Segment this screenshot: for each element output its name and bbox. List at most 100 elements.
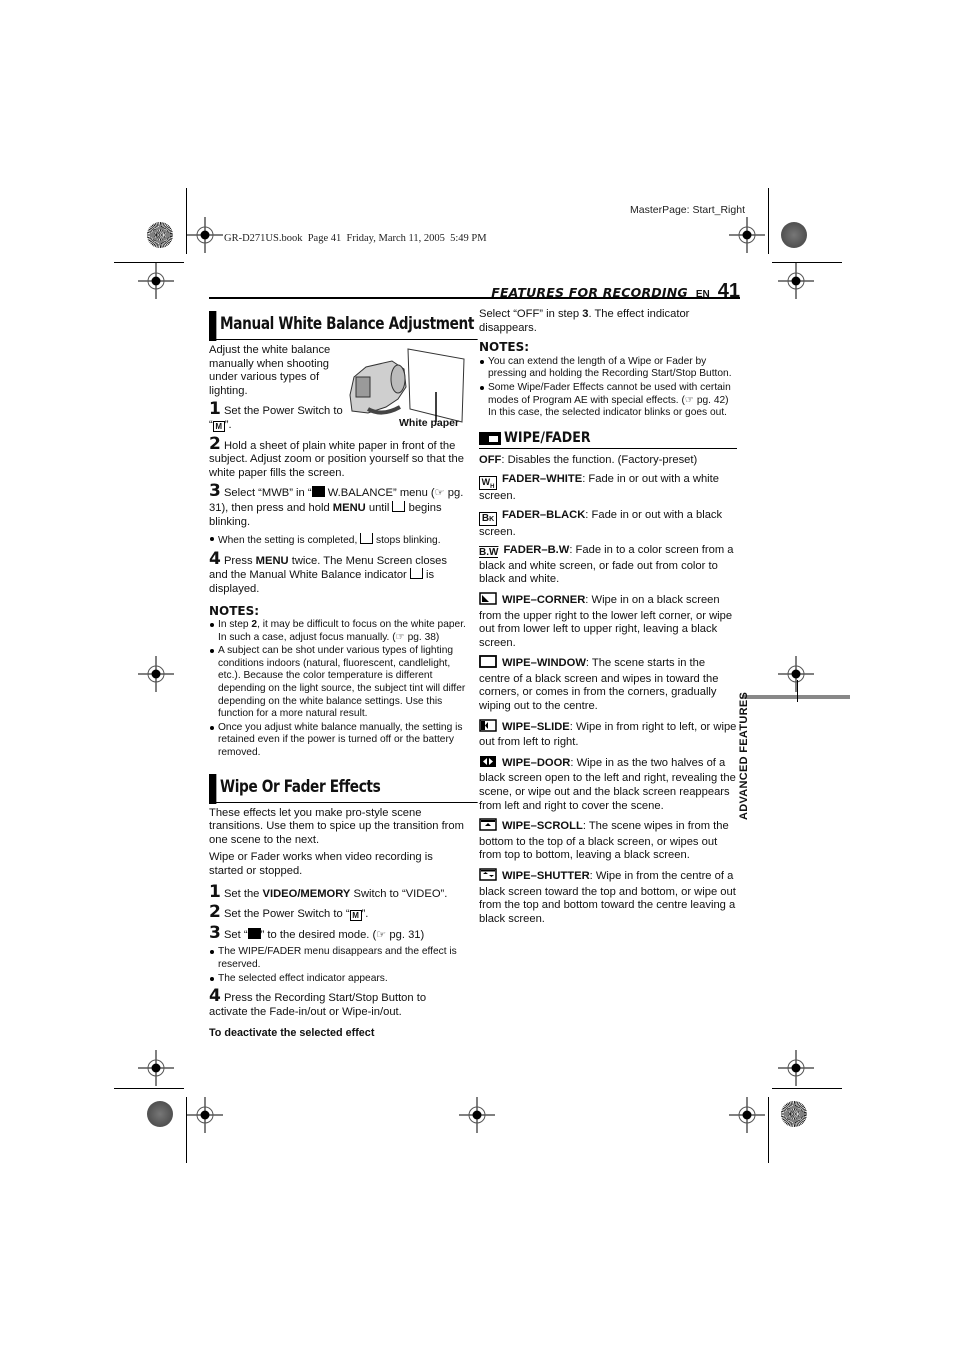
option-name: WIPE–CORNER [502, 593, 586, 606]
wipe-fader-option: BK FADER–BLACK: Fade in or out with a bla… [479, 509, 737, 540]
mwb-indicator-icon [360, 533, 374, 545]
white-balance-icon [311, 486, 325, 498]
registration-mark-icon [729, 1097, 765, 1133]
wipe-fader-option: WIPE–DOOR: Wipe in as the two halves of … [479, 755, 737, 813]
option-name: WIPE–DOOR [502, 756, 571, 769]
wipe-fader-option: WIPE–SCROLL: The scene wipes in from the… [479, 818, 737, 863]
mwb-indicator-icon [392, 500, 406, 512]
side-tab-label: ADVANCED FEATURES [738, 691, 750, 820]
page-ref-icon: ☞ [395, 631, 408, 643]
wipe-fader-icon [479, 432, 501, 446]
option-name: WIPE–SLIDE [502, 720, 570, 733]
registration-mark-icon [138, 656, 174, 692]
manual-mode-icon: M [349, 910, 362, 922]
wipe-fader-option: WIPE–SLIDE: Wipe in from right to left, … [479, 718, 737, 750]
side-tab-bar [742, 695, 850, 699]
wipe-step-3: 3 Set “” to the desired mode. (☞ pg. 31) [209, 922, 425, 943]
wipe-step-2: 2 Set the Power Switch to “M”. [209, 902, 369, 923]
wipe-scroll-icon [479, 818, 497, 836]
registration-mark-icon [778, 263, 814, 299]
left-column: Manual White Balance Adjustment Adjust t… [209, 309, 478, 1045]
mwb-indicator-icon [409, 568, 423, 580]
option-description: : Disables the function. (Factory-preset… [501, 454, 698, 467]
wipe-fader-menu-heading: WIPE/FADER [479, 431, 737, 450]
wipe-fader-option: WIPE–CORNER: Wipe in on a black screen f… [479, 592, 737, 650]
wipe-step-4: 4 Press the Recording Start/Stop Button … [209, 986, 427, 1018]
heading-bar [209, 311, 217, 341]
wipe-note-2: Some Wipe/Fader Effects cannot be used w… [479, 382, 737, 420]
notes-label: NOTES: [479, 340, 530, 355]
option-name: WIPE–WINDOW [502, 657, 586, 670]
notes-label: NOTES: [209, 603, 260, 618]
wipe-window-icon [479, 655, 497, 673]
figure-label: White paper [399, 417, 460, 429]
wipe-corner-icon [479, 592, 497, 610]
right-column: Select “OFF” in step 3. The effect indic… [479, 308, 737, 931]
wipe-step-1: 1 Set the VIDEO/MEMORY Switch to “VIDEO”… [209, 881, 448, 902]
wipe-slide-icon [479, 718, 497, 737]
wipe-intro-2: Wipe or Fader works when video recording… [209, 851, 433, 877]
crop-mark [114, 1088, 184, 1089]
wipe-step3-bullet: The WIPE/FADER menu disappears and the e… [209, 946, 467, 971]
heading-text: Manual White Balance Adjustment [220, 314, 475, 333]
mwb-note-3: Once you adjust white balance manually, … [209, 722, 467, 760]
wipe-fader-option: OFF: Disables the function. (Factory-pre… [479, 454, 737, 468]
option-name: WIPE–SHUTTER [502, 870, 590, 882]
page-ref-icon: ☞ [434, 487, 448, 500]
wipe-note-1: You can extend the length of a Wipe or F… [479, 356, 737, 381]
wipe-intro-1: These effects let you make pro-style sce… [209, 806, 464, 846]
running-header: FEATURES FOR RECORDING EN 41 [491, 280, 740, 303]
section-heading-wipe: Wipe Or Fader Effects [209, 772, 478, 804]
wipe-fader-option: WIPE–SHUTTER: Wipe in from the centre of… [479, 868, 737, 926]
deactivate-text: Select “OFF” in step 3. The effect indic… [479, 308, 690, 334]
wipe-fader-option: WHFADER–WHITE: Fade in or out with a whi… [479, 473, 737, 504]
mwb-intro-block: Adjust the white balance manually when s… [209, 344, 467, 433]
mwb-note-2: A subject can be shot under various type… [209, 645, 467, 721]
page-ref-icon: ☞ [684, 394, 697, 406]
section-heading-mwb: Manual White Balance Adjustment [209, 309, 478, 341]
option-name: OFF [479, 454, 502, 467]
wipe-fader-options: OFF: Disables the function. (Factory-pre… [479, 454, 737, 926]
crop-mark [797, 680, 798, 702]
grey-target-icon [147, 1101, 173, 1127]
registration-mark-icon [729, 217, 765, 253]
book-slug: GR-D271US.book Page 41 Friday, March 11,… [224, 233, 487, 244]
master-page-label: MasterPage: Start_Right [630, 204, 745, 216]
heading-text: Wipe Or Fader Effects [220, 776, 381, 796]
option-name: FADER–BLACK [502, 508, 586, 521]
color-target-icon [781, 1101, 807, 1127]
option-name: FADER–B.W [503, 544, 570, 557]
header-rule [209, 297, 740, 299]
fader-black-icon: BK [479, 511, 497, 526]
registration-mark-icon [459, 1097, 495, 1133]
wipe-shutter-icon [479, 868, 497, 886]
crop-mark [772, 1088, 842, 1089]
mwb-step-1: 1 Set the Power Switch to “M”. [209, 399, 343, 432]
registration-mark-icon [187, 217, 223, 253]
crop-mark [768, 1097, 769, 1163]
page-number: 41 [717, 280, 740, 302]
wipe-door-icon [479, 755, 497, 773]
wipe-fader-icon [247, 927, 261, 939]
mwb-step-4: 4 Press MENU twice. The Menu Screen clos… [209, 548, 447, 595]
registration-mark-icon [778, 1050, 814, 1086]
option-name: FADER–WHITE [502, 472, 583, 485]
wipe-fader-option: B.W FADER–B.W: Fade in to a color screen … [479, 544, 737, 587]
fader-bw-icon: B.W [479, 547, 499, 559]
option-name: WIPE–SCROLL [502, 820, 583, 833]
registration-mark-icon [138, 263, 174, 299]
deactivate-heading: To deactivate the selected effect [209, 1027, 375, 1040]
heading-bar [209, 773, 217, 804]
fader-white-icon: WH [479, 475, 497, 490]
mwb-intro: Adjust the white balance manually when s… [209, 344, 331, 397]
wipe-step3-bullet: The selected effect indicator appears. [209, 973, 467, 986]
wipe-fader-option: WIPE–WINDOW: The scene starts in the cen… [479, 655, 737, 713]
color-target-icon [147, 222, 173, 248]
page-ref-icon: ☞ [376, 928, 390, 941]
crop-mark [768, 188, 769, 254]
grey-target-icon [781, 222, 807, 248]
manual-mode-icon: M [212, 420, 225, 432]
mwb-step3-bullet: When the setting is completed, stops bli… [209, 533, 467, 548]
registration-mark-icon [187, 1097, 223, 1133]
registration-mark-icon [138, 1050, 174, 1086]
